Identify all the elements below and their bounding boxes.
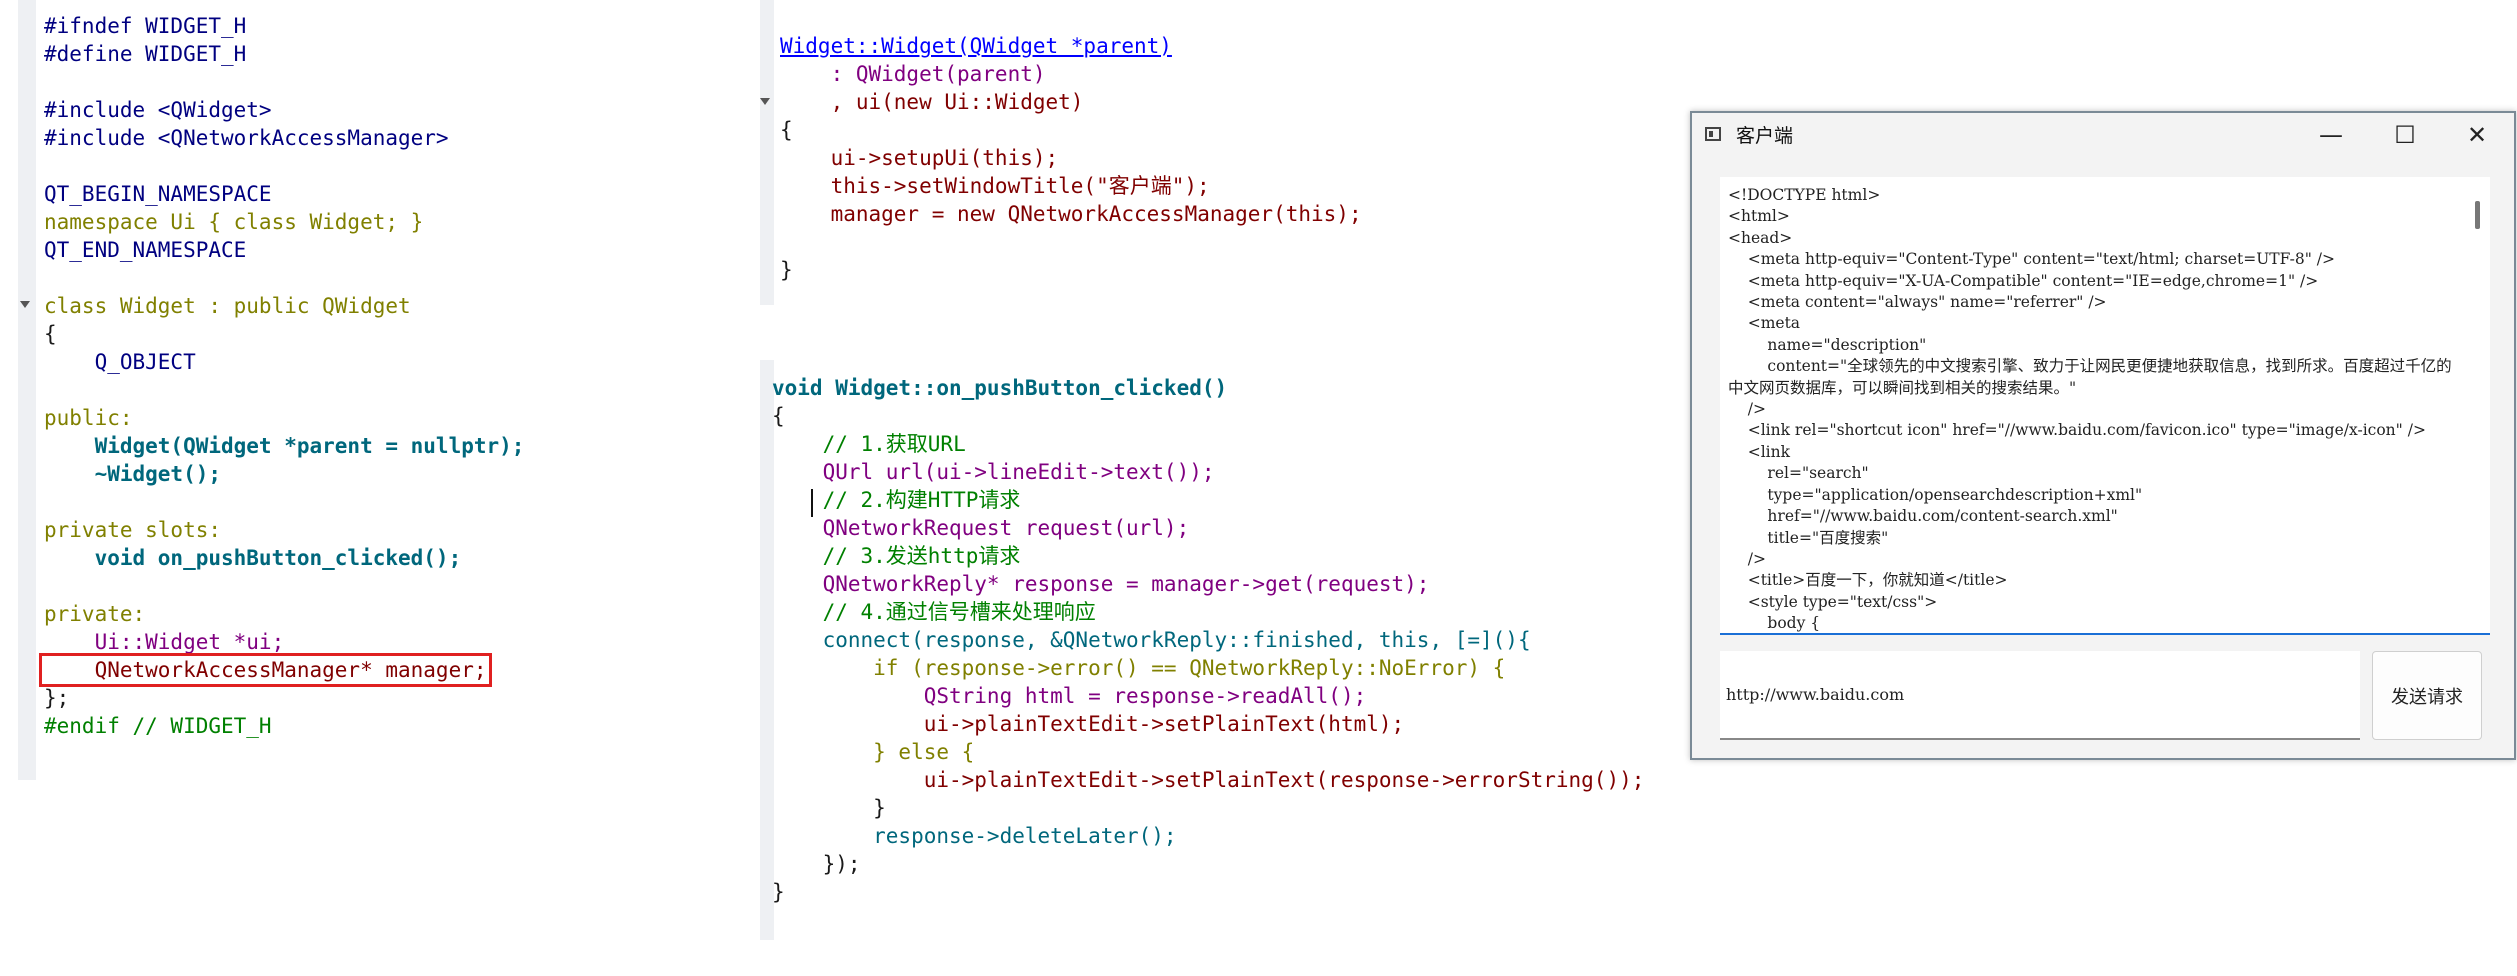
code-line: QT_END_NAMESPACE <box>44 238 247 262</box>
url-input[interactable] <box>1720 651 2360 740</box>
fold-arrow-icon[interactable] <box>20 301 30 308</box>
code-line: ~Widget(); <box>44 462 222 486</box>
constructor-editor[interactable]: Widget::Widget(QWidget *parent) : QWidge… <box>760 0 1680 305</box>
code-line: #define WIDGET_H <box>44 42 247 66</box>
code-line: public: <box>44 406 133 430</box>
code-line: : QWidget(parent) <box>780 62 1046 86</box>
fold-arrow-icon[interactable] <box>760 98 770 105</box>
code-line: Ui::Widget *ui; <box>44 630 285 654</box>
code-line: ui->setupUi(this); <box>780 146 1059 170</box>
code-line: response->deleteLater(); <box>772 824 1177 848</box>
header-code: #ifndef WIDGET_H #define WIDGET_H #include… <box>39 12 525 740</box>
minimize-button[interactable]: — <box>2296 113 2366 157</box>
code-line: class Widget : public QWidget <box>44 294 411 318</box>
code-line: // 2.构建HTTP请求 <box>772 488 1021 512</box>
highlighted-manager-declaration: QNetworkAccessManager* manager; <box>39 653 492 687</box>
code-line: }); <box>772 852 861 876</box>
code-line: connect(response, &QNetworkReply::finish… <box>772 628 1531 652</box>
code-line: #endif // WIDGET_H <box>44 714 272 738</box>
title-bar[interactable]: 客户端 — ☐ ✕ <box>1692 113 2514 157</box>
code-line: private: <box>44 602 146 626</box>
code-line: void on_pushButton_clicked(); <box>44 546 462 570</box>
response-html-text: <!DOCTYPE html> <html> <head> <meta http… <box>1728 186 2452 633</box>
code-line: this->setWindowTitle("客户端"); <box>780 174 1210 198</box>
client-window[interactable]: 客户端 — ☐ ✕ <!DOCTYPE html> <html> <head> … <box>1690 111 2516 760</box>
code-line: { <box>772 404 785 428</box>
code-line: if (response->error() == QNetworkReply::… <box>772 656 1506 680</box>
send-request-button[interactable]: 发送请求 <box>2372 651 2482 740</box>
editor-gutter <box>760 0 774 305</box>
constructor-code: Widget::Widget(QWidget *parent) : QWidge… <box>780 32 1362 284</box>
code-line: void Widget::on_pushButton_clicked() <box>772 376 1228 400</box>
code-line: private slots: <box>44 518 222 542</box>
code-line: #include <QWidget> <box>44 98 272 122</box>
code-line: ui->plainTextEdit->setPlainText(html); <box>772 712 1405 736</box>
code-line: { <box>780 118 793 142</box>
editor-gutter <box>18 0 36 780</box>
code-line: Widget::Widget(QWidget *parent) <box>780 34 1172 58</box>
code-line: } <box>772 796 886 820</box>
window-title: 客户端 <box>1736 125 1794 147</box>
code-line: Q_OBJECT <box>44 350 196 374</box>
code-line: } <box>772 880 785 904</box>
code-line: { <box>44 322 57 346</box>
code-line: QT_BEGIN_NAMESPACE <box>44 182 272 206</box>
code-line: namespace Ui { class Widget; } <box>44 210 424 234</box>
slot-editor[interactable]: void Widget::on_pushButton_clicked(){ //… <box>760 360 1690 940</box>
code-line: // 3.发送http请求 <box>772 544 1021 568</box>
code-line: manager = new QNetworkAccessManager(this… <box>780 202 1362 226</box>
code-line: } <box>780 258 793 282</box>
maximize-button[interactable]: ☐ <box>2370 113 2440 157</box>
code-line: #ifndef WIDGET_H <box>44 14 247 38</box>
code-line: QNetworkReply* response = manager->get(r… <box>772 572 1430 596</box>
code-line: }; <box>44 686 70 710</box>
code-line: } else { <box>772 740 975 764</box>
vertical-scrollbar[interactable] <box>2475 201 2480 229</box>
text-cursor <box>811 489 813 517</box>
code-line: #include <QNetworkAccessManager> <box>44 126 449 150</box>
close-button[interactable]: ✕ <box>2442 113 2512 157</box>
code-line: // 1.获取URL <box>772 432 966 456</box>
code-line: // 4.通过信号槽来处理响应 <box>772 600 1096 624</box>
code-line: Widget(QWidget *parent = nullptr); <box>44 434 525 458</box>
header-editor[interactable]: #ifndef WIDGET_H #define WIDGET_H #include… <box>18 0 758 780</box>
code-line: , ui(new Ui::Widget) <box>780 90 1084 114</box>
code-line: ui->plainTextEdit->setPlainText(response… <box>772 768 1645 792</box>
code-line: QString html = response->readAll(); <box>772 684 1367 708</box>
code-line: QNetworkRequest request(url); <box>772 516 1190 540</box>
slot-code: void Widget::on_pushButton_clicked(){ //… <box>772 374 1644 906</box>
code-line: QUrl url(ui->lineEdit->text()); <box>772 460 1215 484</box>
window-icon <box>1705 127 1721 141</box>
response-text-edit[interactable]: <!DOCTYPE html> <html> <head> <meta http… <box>1720 177 2490 635</box>
